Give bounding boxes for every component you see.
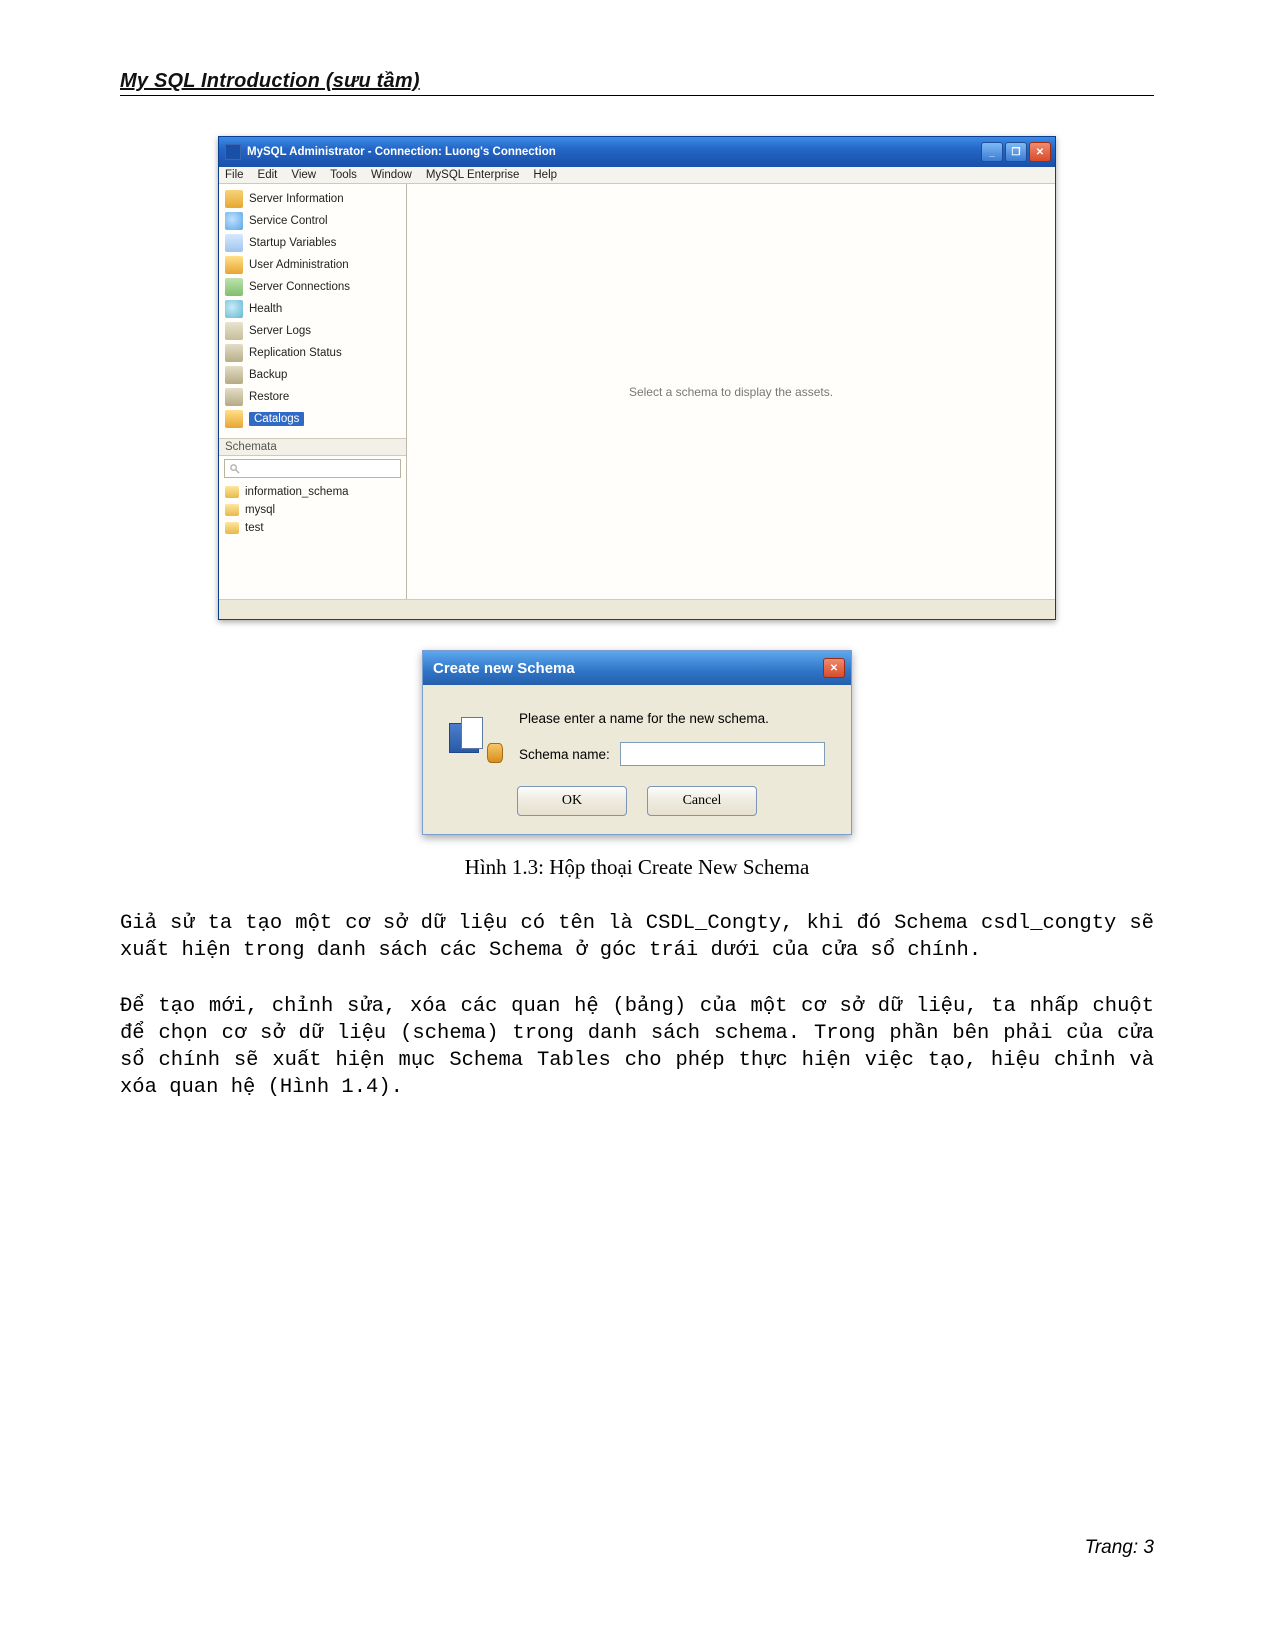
close-button[interactable]: ✕	[1029, 142, 1051, 162]
schemata-search[interactable]	[224, 459, 401, 478]
nav-label: Health	[249, 303, 282, 315]
schema-icon	[449, 717, 501, 761]
statusbar	[219, 599, 1055, 619]
titlebar[interactable]: MySQL Administrator - Connection: Luong'…	[219, 137, 1055, 167]
menu-window[interactable]: Window	[371, 169, 412, 181]
nav-label: Catalogs	[249, 412, 304, 426]
dialog-title: Create new Schema	[433, 660, 823, 677]
maximize-button[interactable]: ❐	[1005, 142, 1027, 162]
nav-startup-variables[interactable]: Startup Variables	[219, 232, 406, 254]
nav-backup[interactable]: Backup	[219, 364, 406, 386]
nav-service-control[interactable]: Service Control	[219, 210, 406, 232]
schema-label: mysql	[245, 504, 275, 516]
connections-icon	[225, 278, 243, 296]
minimize-button[interactable]: _	[981, 142, 1003, 162]
page-header: My SQL Introduction (sưu tầm)	[120, 70, 1154, 96]
nav-label: Restore	[249, 391, 289, 403]
menubar: File Edit View Tools Window MySQL Enterp…	[219, 167, 1055, 184]
nav-label: Server Information	[249, 193, 344, 205]
schema-label: information_schema	[245, 486, 349, 498]
page-number: Trang: 3	[1085, 1537, 1154, 1559]
menu-edit[interactable]: Edit	[258, 169, 278, 181]
nav-label: Replication Status	[249, 347, 342, 359]
pane-placeholder: Select a schema to display the assets.	[629, 385, 833, 399]
schema-name-input[interactable]	[620, 742, 825, 766]
schema-item[interactable]: mysql	[219, 501, 406, 519]
nav-label: Startup Variables	[249, 237, 336, 249]
nav-restore[interactable]: Restore	[219, 386, 406, 408]
nav-label: Server Logs	[249, 325, 311, 337]
database-icon	[225, 504, 239, 516]
nav-catalogs[interactable]: Catalogs	[219, 408, 406, 430]
restore-icon	[225, 388, 243, 406]
health-icon	[225, 300, 243, 318]
schema-label: test	[245, 522, 264, 534]
search-icon	[229, 463, 240, 474]
nav-health[interactable]: Health	[219, 298, 406, 320]
paragraph-2: Để tạo mới, chỉnh sửa, xóa các quan hệ (…	[120, 993, 1154, 1102]
mysql-admin-window: MySQL Administrator - Connection: Luong'…	[218, 136, 1056, 620]
menu-tools[interactable]: Tools	[330, 169, 357, 181]
nav-label: User Administration	[249, 259, 349, 271]
nav-label: Service Control	[249, 215, 328, 227]
backup-icon	[225, 366, 243, 384]
app-icon	[225, 144, 241, 160]
database-icon	[225, 522, 239, 534]
nav-user-administration[interactable]: User Administration	[219, 254, 406, 276]
dialog-titlebar[interactable]: Create new Schema ✕	[423, 651, 851, 685]
dialog-prompt: Please enter a name for the new schema.	[519, 711, 825, 726]
nav-server-information[interactable]: Server Information	[219, 188, 406, 210]
nav-server-logs[interactable]: Server Logs	[219, 320, 406, 342]
nav-label: Server Connections	[249, 281, 350, 293]
figure-caption: Hình 1.3: Hộp thoại Create New Schema	[120, 855, 1154, 880]
menu-file[interactable]: File	[225, 169, 244, 181]
ok-button[interactable]: OK	[517, 786, 627, 816]
nav-label: Backup	[249, 369, 287, 381]
cancel-button[interactable]: Cancel	[647, 786, 757, 816]
content-pane: Select a schema to display the assets.	[407, 184, 1055, 599]
paragraph-1: Giả sử ta tạo một cơ sở dữ liệu có tên l…	[120, 910, 1154, 965]
schema-item[interactable]: test	[219, 519, 406, 537]
startup-icon	[225, 234, 243, 252]
catalogs-icon	[225, 410, 243, 428]
create-schema-dialog: Create new Schema ✕ Please enter a name …	[422, 650, 852, 835]
logs-icon	[225, 322, 243, 340]
schema-item[interactable]: information_schema	[219, 483, 406, 501]
schemata-header: Schemata	[219, 438, 406, 456]
window-title: MySQL Administrator - Connection: Luong'…	[247, 146, 981, 158]
nav-server-connections[interactable]: Server Connections	[219, 276, 406, 298]
user-icon	[225, 256, 243, 274]
schema-name-label: Schema name:	[519, 747, 610, 762]
database-icon	[225, 486, 239, 498]
schemata-list: information_schema mysql test	[219, 481, 406, 599]
server-icon	[225, 190, 243, 208]
nav-replication-status[interactable]: Replication Status	[219, 342, 406, 364]
dialog-close-button[interactable]: ✕	[823, 658, 845, 678]
service-icon	[225, 212, 243, 230]
menu-enterprise[interactable]: MySQL Enterprise	[426, 169, 520, 181]
menu-help[interactable]: Help	[533, 169, 557, 181]
replication-icon	[225, 344, 243, 362]
menu-view[interactable]: View	[291, 169, 316, 181]
nav-list: Server Information Service Control Start…	[219, 184, 406, 438]
